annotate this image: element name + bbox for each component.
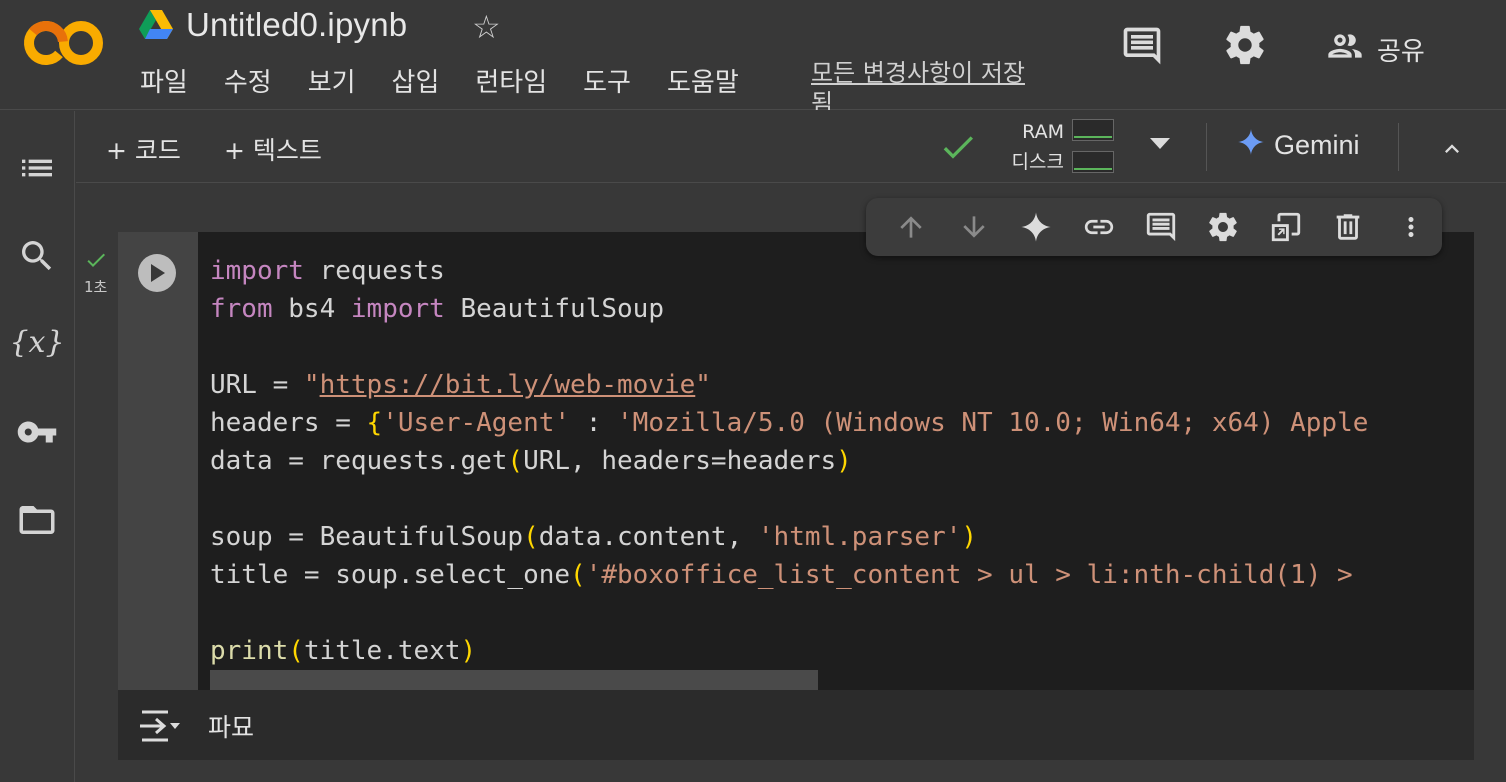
mirror-cell-icon[interactable] bbox=[1255, 198, 1317, 256]
collapse-chevron-up-icon[interactable] bbox=[1438, 135, 1466, 168]
more-vert-icon[interactable] bbox=[1380, 198, 1442, 256]
arrow-down-icon[interactable] bbox=[942, 198, 1004, 256]
link-icon[interactable] bbox=[1067, 198, 1129, 256]
menu-runtime[interactable]: 런타임 bbox=[475, 62, 547, 99]
share-label: 공유 bbox=[1377, 37, 1425, 67]
delete-icon[interactable] bbox=[1317, 198, 1379, 256]
code-token: import bbox=[210, 256, 304, 286]
menu-insert[interactable]: 삽입 bbox=[392, 62, 440, 99]
search-icon[interactable] bbox=[16, 235, 58, 277]
divider bbox=[1398, 123, 1399, 171]
menu-bar: 파일 수정 보기 삽입 런타임 도구 도움말 bbox=[140, 62, 775, 99]
execution-time: 1초 bbox=[84, 278, 108, 296]
top-bar: Untitled0.ipynb ☆ 파일 수정 보기 삽입 런타임 도구 도움말… bbox=[0, 0, 1506, 110]
code-editor[interactable]: import requests from bs4 import Beautiful… bbox=[210, 252, 1460, 682]
share-button[interactable]: 공유 bbox=[1325, 26, 1425, 73]
output-toggle-icon[interactable] bbox=[138, 708, 182, 749]
code-line: title = soup.select_one('#boxoffice_list… bbox=[210, 560, 1353, 590]
code-line: URL = "https://bit.ly/web-movie" bbox=[210, 370, 711, 400]
menu-view[interactable]: 보기 bbox=[308, 62, 356, 99]
execution-success-icon bbox=[84, 248, 108, 272]
code-line: import requests bbox=[210, 256, 445, 286]
sparkle-icon[interactable] bbox=[1005, 198, 1067, 256]
star-icon[interactable]: ☆ bbox=[472, 8, 501, 46]
notebook-area: 1초 import requests from bs4 import Beauti… bbox=[76, 184, 1506, 782]
cell-toolbar bbox=[866, 198, 1442, 256]
code-line: soup = BeautifulSoup(data.content, 'html… bbox=[210, 522, 978, 552]
resource-labels[interactable]: RAM 디스크 bbox=[1006, 117, 1064, 177]
output-text: 파묘 bbox=[208, 713, 255, 742]
settings-gear-icon[interactable] bbox=[1222, 22, 1268, 73]
notebook-title[interactable]: Untitled0.ipynb bbox=[186, 6, 407, 44]
runtime-dropdown-icon[interactable] bbox=[1150, 138, 1170, 149]
disk-usage-bar[interactable] bbox=[1072, 151, 1114, 173]
cell-output: 파묘 bbox=[118, 690, 1474, 760]
people-icon bbox=[1325, 26, 1365, 73]
disk-label: 디스크 bbox=[1011, 151, 1064, 173]
folder-icon[interactable] bbox=[16, 499, 58, 541]
notebook-toolbar: + 코드 + 텍스트 RAM 디스크 Gemini bbox=[76, 111, 1506, 183]
table-of-contents-icon[interactable] bbox=[16, 147, 58, 189]
ram-label: RAM bbox=[1022, 121, 1064, 143]
code-line: data = requests.get(URL, headers=headers… bbox=[210, 446, 852, 476]
connected-check-icon bbox=[938, 127, 978, 167]
gemini-label: Gemini bbox=[1274, 130, 1360, 160]
add-code-button[interactable]: + 코드 bbox=[106, 131, 181, 167]
menu-help[interactable]: 도움말 bbox=[667, 62, 739, 99]
google-drive-icon bbox=[139, 10, 173, 40]
run-cell-button[interactable] bbox=[138, 254, 176, 292]
code-line: print(title.text) bbox=[210, 636, 477, 666]
comment-icon[interactable] bbox=[1130, 198, 1192, 256]
cell-gutter bbox=[118, 232, 198, 690]
menu-file[interactable]: 파일 bbox=[140, 62, 188, 99]
key-icon[interactable] bbox=[16, 411, 58, 453]
menu-edit[interactable]: 수정 bbox=[224, 62, 272, 99]
left-sidebar: {x} bbox=[0, 111, 75, 782]
menu-tools[interactable]: 도구 bbox=[583, 62, 631, 99]
divider bbox=[1206, 123, 1207, 171]
horizontal-scrollbar[interactable] bbox=[210, 670, 818, 690]
colab-logo[interactable] bbox=[22, 18, 106, 68]
gear-icon[interactable] bbox=[1192, 198, 1254, 256]
arrow-up-icon[interactable] bbox=[880, 198, 942, 256]
add-text-button[interactable]: + 텍스트 bbox=[224, 131, 322, 167]
gemini-sparkle-icon bbox=[1238, 129, 1264, 162]
gemini-button[interactable]: Gemini bbox=[1238, 129, 1360, 162]
comments-icon[interactable] bbox=[1120, 24, 1164, 73]
variables-icon[interactable]: {x} bbox=[9, 321, 64, 363]
code-line: from bs4 import BeautifulSoup bbox=[210, 294, 664, 324]
code-cell[interactable]: import requests from bs4 import Beautiful… bbox=[118, 232, 1474, 690]
save-status-link[interactable]: 모든 변경사항이 저장됨 bbox=[811, 58, 1031, 110]
ram-usage-bar[interactable] bbox=[1072, 119, 1114, 141]
code-line: headers = {'User-Agent' : 'Mozilla/5.0 (… bbox=[210, 408, 1369, 438]
